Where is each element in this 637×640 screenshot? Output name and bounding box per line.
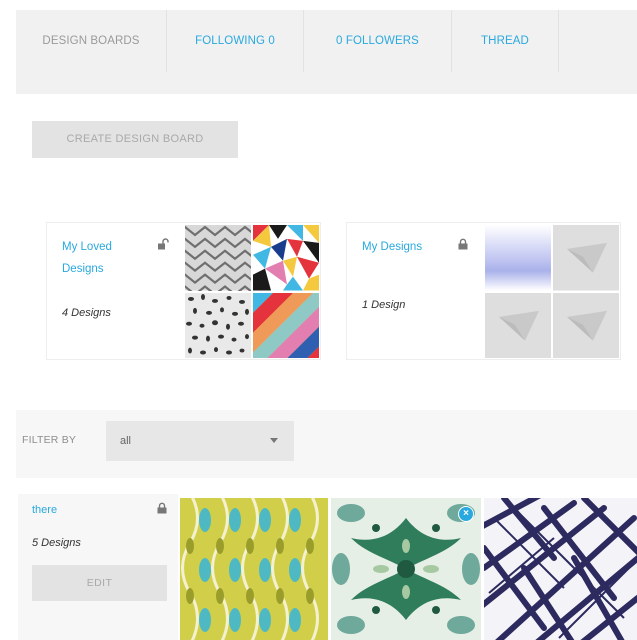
design-thumbnail[interactable] bbox=[485, 225, 551, 291]
chevron-down-icon[interactable] bbox=[270, 438, 278, 443]
board-card-my-loved-designs[interactable]: My Loved Designs 4 Designs bbox=[46, 222, 321, 360]
board-thumbnails[interactable] bbox=[485, 225, 619, 358]
design-thumbnail[interactable] bbox=[331, 498, 481, 640]
create-design-board-button[interactable]: CREATE DESIGN BOARD bbox=[32, 121, 238, 158]
remove-design-button[interactable]: × bbox=[458, 506, 474, 522]
edit-button[interactable]: EDIT bbox=[32, 565, 167, 601]
lock-open-icon bbox=[158, 238, 169, 250]
board-title[interactable]: My Loved Designs bbox=[62, 236, 154, 280]
design-thumbnail[interactable] bbox=[185, 292, 251, 358]
board-title[interactable]: there bbox=[32, 504, 57, 516]
board-card-my-designs[interactable]: My Designs 1 Design bbox=[346, 222, 621, 360]
tab-design-boards[interactable]: DESIGN BOARDS bbox=[16, 10, 167, 72]
design-thumbnail[interactable] bbox=[185, 225, 251, 291]
filter-select[interactable]: all bbox=[106, 421, 294, 461]
tab-followers[interactable]: 0 FOLLOWERS bbox=[304, 10, 452, 72]
placeholder-design-icon bbox=[553, 225, 619, 291]
profile-tab-bar: DESIGN BOARDS FOLLOWING 0 0 FOLLOWERS TH… bbox=[16, 10, 637, 94]
placeholder-design-icon bbox=[485, 292, 551, 358]
board-design-count: 5 Designs bbox=[32, 537, 81, 549]
design-thumbnail[interactable] bbox=[180, 498, 328, 640]
design-thumbnail[interactable] bbox=[253, 292, 319, 358]
filter-label: FILTER BY bbox=[22, 434, 77, 446]
board-design-count: 4 Designs bbox=[62, 307, 111, 319]
design-thumbnail[interactable] bbox=[484, 498, 637, 640]
tab-following[interactable]: FOLLOWING 0 bbox=[167, 10, 304, 72]
board-thumbnails[interactable] bbox=[185, 225, 319, 358]
design-thumbnail[interactable] bbox=[253, 225, 319, 291]
lock-icon bbox=[157, 502, 167, 514]
lock-icon bbox=[458, 238, 468, 250]
tab-thread[interactable]: THREAD bbox=[452, 10, 559, 72]
board-design-count: 1 Design bbox=[362, 299, 406, 311]
placeholder-design-icon bbox=[553, 292, 619, 358]
board-title[interactable]: My Designs bbox=[362, 236, 454, 258]
